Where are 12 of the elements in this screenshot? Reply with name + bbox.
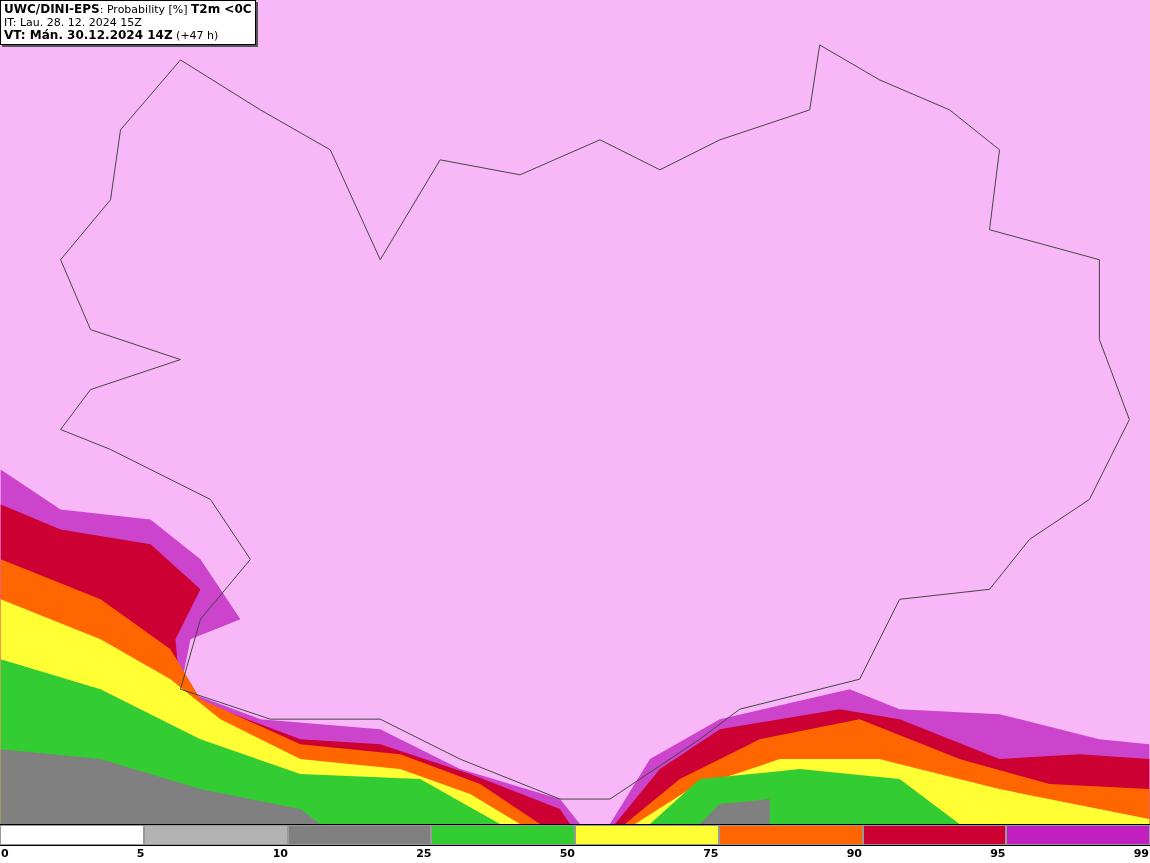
legend-tick-label: 50 [559,846,575,863]
legend-tick-label: 95 [990,846,1006,863]
legend-tick-label: 99 [1133,846,1149,863]
map-info-line: VT: Mán. 30.12.2024 14Z (+47 h) [4,29,220,42]
legend-tick-label: 10 [272,846,288,863]
map-info-line: UWC/DINI-EPS: Probability [%] T2m <0C [4,3,252,16]
legend-tick-label: 5 [136,846,145,863]
map-info-line: IT: Lau. 28. 12. 2024 15Z [4,16,143,29]
legend-tick-label: 90 [846,846,862,863]
legend-tick-label: 75 [703,846,719,863]
legend-tick-label: 0 [1,846,9,863]
legend-tick-label: 25 [416,846,432,863]
